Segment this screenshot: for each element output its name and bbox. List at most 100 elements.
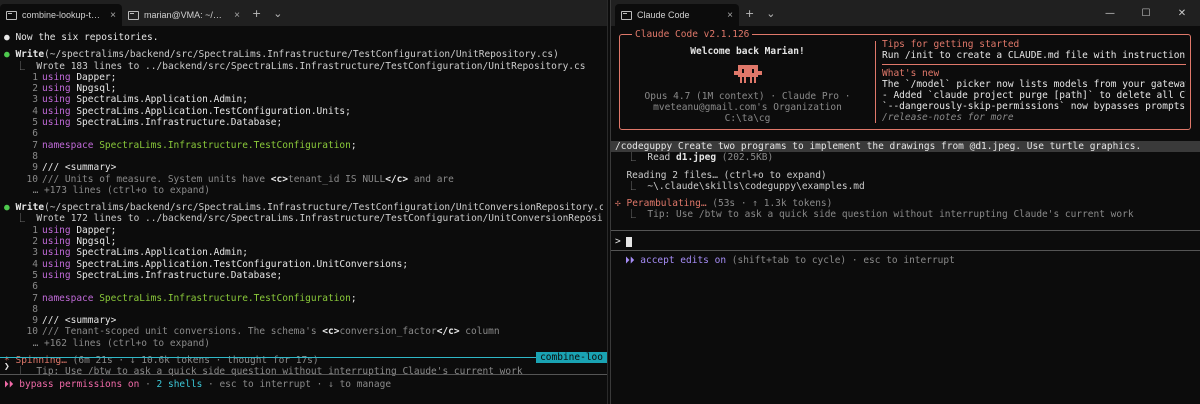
intro-text: Now the six repositories. [15, 32, 159, 43]
new-tab-button[interactable]: + [246, 7, 267, 20]
tips-title: Tips for getting started [882, 39, 1020, 50]
tool-name: Write [15, 202, 45, 214]
release-notes-link[interactable]: /release-notes for more [882, 112, 1014, 123]
code-line: 2 using Npgsql; [32, 236, 117, 248]
model-info: Opus 4.7 (1M context) · Claude Pro · [644, 91, 851, 102]
session-divider: combine-loo [0, 352, 607, 363]
code-line: 6 [32, 281, 38, 293]
prompt-input[interactable]: > [615, 236, 633, 247]
result-text: Wrote 183 lines to ../backend/src/Spectr… [36, 60, 586, 72]
text-cursor [626, 236, 633, 247]
code-line: 8 [32, 150, 38, 162]
org-info: mveteanu@gmail.com's Organization [653, 102, 842, 113]
spinner-word: Perambulating… [626, 198, 707, 210]
code-line: 3 using SpectraLims.Application.Admin; [32, 94, 248, 106]
status-hints: · esc to interrupt · ↓ to manage [202, 379, 392, 390]
tool-name: Write [15, 49, 45, 61]
close-icon[interactable]: × [234, 10, 240, 21]
tool-arg: (~/spectralims/backend/src/SpectraLims.I… [44, 202, 603, 214]
spinner-stats: (53s · ↑ 1.3k tokens) [706, 198, 833, 210]
terminal-icon [621, 10, 632, 20]
reading-path: ⎿ ~\.claude\skills\codeguppy\examples.md [615, 180, 865, 192]
close-icon[interactable]: × [110, 10, 116, 21]
welcome-panel: Claude Code v2.1.126 Welcome back Marian… [619, 29, 1191, 130]
tab-dropdown-button[interactable]: ⌄ [760, 7, 781, 20]
tab-dropdown-button[interactable]: ⌄ [267, 7, 288, 20]
write-header: ● Write(~/spectralims/backend/src/Spectr… [4, 202, 603, 213]
welcome-right: Tips for getting started Run /init to cr… [882, 35, 1186, 129]
mode-arrows-icon: ⏵⏵ [625, 255, 635, 266]
tab-combine-lookup[interactable]: combine-lookup-types-valu × [0, 4, 122, 26]
reading-files[interactable]: Reading 2 files… (ctrl+o to expand) [611, 170, 1200, 181]
linux-icon [128, 10, 139, 20]
tips-text: Run /init to create a CLAUDE.md file wit… [882, 50, 1186, 61]
status-line: ⏵⏵ accept edits on (shift+tab to cycle) … [625, 255, 955, 266]
code-line: 4 using SpectraLims.Application.TestConfi… [32, 105, 351, 117]
minimize-icon[interactable]: — [1092, 0, 1128, 26]
code-line: 5 using SpectraLims.Infrastructure.Databa… [32, 117, 283, 129]
expand-hint[interactable]: … +162 lines (ctrl+o to expand) [4, 338, 603, 349]
left-terminal-output: ● Now the six repositories. ● Write(~/sp… [0, 26, 607, 404]
tip-text: Tip: Use /btw to ask a quick side questi… [647, 209, 1134, 221]
code-preview: 1 using Dapper; 2 using Npgsql; 3 using Spect… [4, 72, 603, 174]
code-line: 10/// Tenant-scoped unit conversions. Th… [26, 326, 500, 338]
tab-label: Claude Code [637, 10, 690, 20]
tab-claude-code[interactable]: Claude Code × [615, 4, 739, 26]
code-line: 7 namespace SpectraLims.Infrastructure.Te… [32, 139, 357, 151]
maximize-icon[interactable]: ☐ [1128, 0, 1164, 26]
welcome-left: Welcome back Marian! Opus 4.7 (1M contex… [620, 35, 875, 129]
tool-arg: (~/spectralims/backend/src/SpectraLims.I… [44, 49, 559, 61]
claude-mascot-icon [734, 65, 762, 83]
read-file: d1.jpeg [676, 152, 717, 164]
code-line: 4 using SpectraLims.Application.TestConfi… [32, 258, 409, 270]
news-item: `--dangerously-skip-permissions` now byp… [882, 101, 1186, 112]
code-line: 3 using SpectraLims.Application.Admin; [32, 247, 248, 259]
news-item: The `/model` picker now lists models fro… [882, 79, 1186, 90]
shells-count[interactable]: 2 shells [157, 379, 203, 390]
window-controls: — ☐ ✕ [1092, 0, 1200, 26]
status-hints: (shift+tab to cycle) · esc to interrupt [726, 255, 955, 266]
bullet-icon: ● [4, 49, 16, 61]
close-window-icon[interactable]: ✕ [1164, 0, 1200, 26]
write-header: ● Write(~/spectralims/backend/src/Spectr… [4, 49, 603, 60]
mode-arrows-icon: ⏵⏵ [4, 379, 14, 390]
permission-mode[interactable]: bypass permissions on [19, 379, 139, 390]
code-line: 2 using Npgsql; [32, 83, 117, 95]
close-icon[interactable]: × [727, 10, 733, 21]
code-line: 6 [32, 128, 38, 140]
right-terminal-output: Claude Code v2.1.126 Welcome back Marian… [611, 26, 1200, 404]
read-result: ⎿ Read d1.jpeg (202.5KB) [615, 152, 774, 164]
code-line: 9/// <summary> [32, 162, 117, 174]
code-line: 5 using SpectraLims.Infrastructure.Databa… [32, 269, 283, 281]
new-tab-button[interactable]: + [739, 7, 760, 20]
left-tab-bar: combine-lookup-types-valu × marian@VMA: … [0, 0, 607, 26]
result-text: Wrote 172 lines to ../backend/src/Spectr… [36, 213, 603, 225]
prompt-input[interactable]: ❯ [0, 361, 607, 372]
tip-line: ⎿ Tip: Use /btw to ask a quick side ques… [615, 209, 1134, 221]
tab-label: marian@VMA: ~/spectralims [144, 10, 226, 20]
greeting: Welcome back Marian! [690, 46, 805, 57]
whats-new-title: What's new [882, 68, 940, 79]
tab-label: combine-lookup-types-valu [22, 10, 102, 20]
bullet-icon: ● [4, 202, 16, 214]
bullet-icon: ● [4, 32, 16, 43]
code-line: 1 using Dapper; [32, 71, 117, 83]
tab-marian-vma[interactable]: marian@VMA: ~/spectralims × [122, 4, 246, 26]
code-line: 10/// Units of measure. System units hav… [26, 173, 454, 185]
left-terminal-window: combine-lookup-types-valu × marian@VMA: … [0, 0, 608, 404]
news-item: - Added `claude project purge [path]` to… [882, 90, 1186, 101]
write-result: ⎿ Wrote 172 lines to ../backend/src/Spec… [4, 213, 603, 224]
status-line: ⏵⏵ bypass permissions on · 2 shells · es… [4, 379, 392, 390]
right-terminal-window: Claude Code × + ⌄ — ☐ ✕ Claude Code v2.1… [610, 0, 1200, 404]
spinner-line: ✢ Perambulating… (53s · ↑ 1.3k tokens) [611, 198, 1200, 209]
terminal-icon [6, 10, 17, 20]
code-line: 8 [32, 303, 38, 315]
expand-hint[interactable]: … +173 lines (ctrl+o to expand) [4, 185, 603, 196]
prompt-chevron-icon: ❯ [4, 361, 10, 372]
cwd-info: C:\ta\cg [724, 113, 771, 124]
permission-mode[interactable]: accept edits on [640, 255, 726, 266]
code-preview: 1 using Dapper; 2 using Npgsql; 3 using Spect… [4, 225, 603, 327]
write-result: ⎿ Wrote 183 lines to ../backend/src/Spec… [4, 60, 586, 72]
code-line: 7 namespace SpectraLims.Infrastructure.Te… [32, 292, 357, 304]
right-tab-bar: Claude Code × + ⌄ — ☐ ✕ [611, 0, 1200, 26]
